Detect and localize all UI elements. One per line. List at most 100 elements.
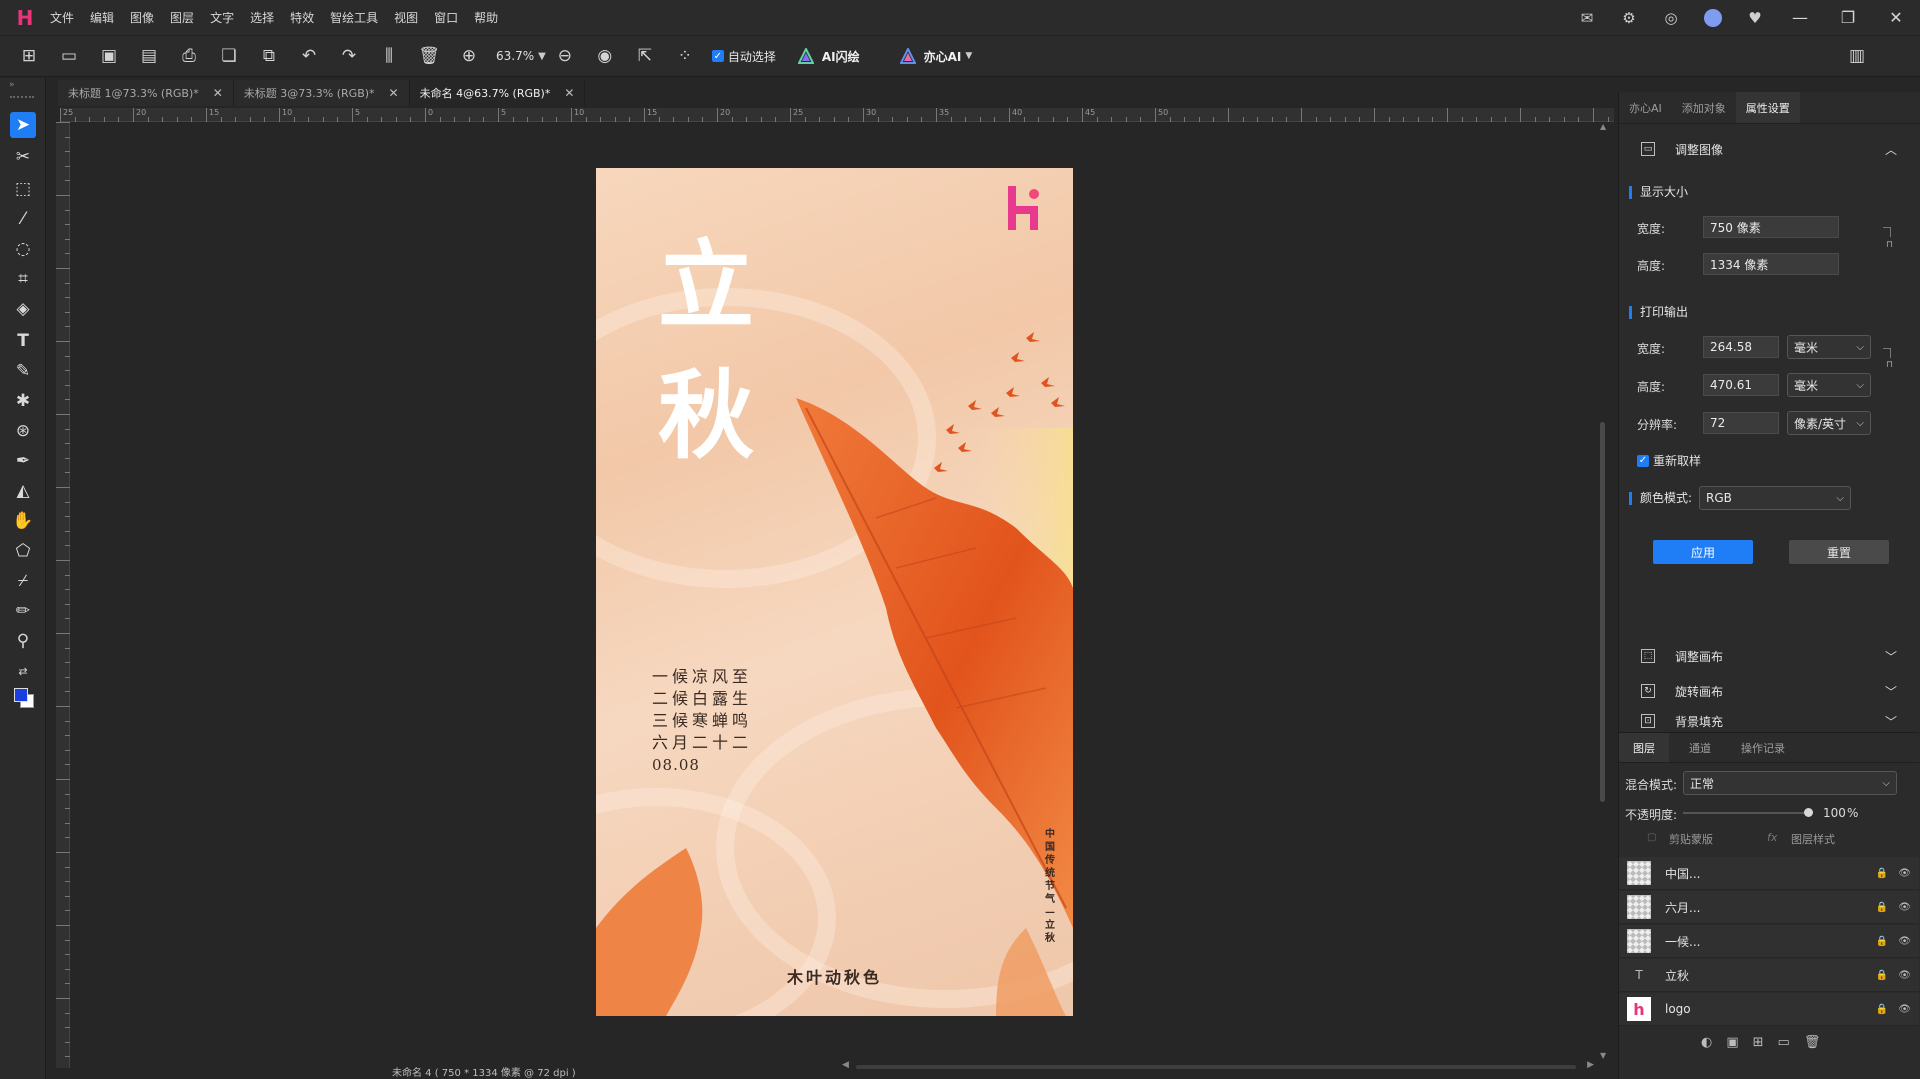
display-width-input[interactable]: 750 像素 xyxy=(1703,216,1839,238)
resample-checkbox[interactable]: ✓ xyxy=(1637,454,1649,467)
menu-select[interactable]: 选择 xyxy=(250,9,274,26)
settings-icon[interactable]: ⚙ xyxy=(1619,8,1639,28)
panel-collapse-icon[interactable]: » xyxy=(9,80,15,90)
tab-history[interactable]: 操作记录 xyxy=(1731,733,1795,762)
grid-icon[interactable]: ⁘ xyxy=(672,43,698,69)
chevron-up-icon[interactable]: ︿ xyxy=(1885,141,1897,158)
lock-ratio-icon[interactable]: ⊓ xyxy=(1886,240,1893,250)
rotate-canvas-header[interactable]: ↻ 旋转画布 ﹀ xyxy=(1619,676,1919,706)
yixin-dropdown-icon[interactable]: ▼ xyxy=(965,51,972,61)
chevron-down-icon[interactable]: ﹀ xyxy=(1885,683,1897,700)
tab-untitled-1[interactable]: 未标题 1@73.3% (RGB)* ✕ xyxy=(58,80,234,106)
tab-untitled-4[interactable]: 未命名 4@63.7% (RGB)* ✕ xyxy=(409,80,586,106)
eye-icon[interactable]: 👁 xyxy=(1898,970,1911,981)
print-height-unit-select[interactable]: 毫米 ⌵ xyxy=(1787,373,1871,397)
close-tab-icon[interactable]: ✕ xyxy=(389,86,399,100)
eraser-tool-icon[interactable]: ⌿ xyxy=(10,568,36,594)
close-tab-icon[interactable]: ✕ xyxy=(564,86,574,100)
print-icon[interactable]: ⎙ xyxy=(176,43,202,69)
clip-mask-label[interactable]: 剪贴蒙版 xyxy=(1669,831,1713,847)
auto-select-checkbox[interactable]: ✓ xyxy=(711,50,724,62)
tab-untitled-3[interactable]: 未标题 3@73.3% (RGB)* ✕ xyxy=(233,80,410,106)
resolution-input[interactable]: 72 xyxy=(1703,412,1779,434)
layer-style-label[interactable]: 图层样式 xyxy=(1791,831,1835,847)
lock-icon[interactable]: 🔒 xyxy=(1876,868,1888,879)
opacity-slider[interactable] xyxy=(1683,808,1813,817)
redo-icon[interactable]: ↷ xyxy=(336,43,362,69)
hand-tool-icon[interactable]: ✋ xyxy=(10,508,36,534)
fill-tool-icon[interactable]: ◈ xyxy=(10,296,36,322)
vip-icon[interactable]: ♥ xyxy=(1745,8,1765,28)
transform-tool-icon[interactable]: ⬠ xyxy=(10,538,36,564)
pen-tool-icon[interactable]: ✒ xyxy=(10,448,36,474)
align-icon[interactable]: ⫼ xyxy=(376,43,402,69)
layer-row[interactable]: 中国... 🔒 👁 xyxy=(1619,857,1919,890)
swap-colors-icon[interactable]: ⇄ xyxy=(10,658,36,684)
brush-tool-icon[interactable]: ✎ xyxy=(10,358,36,384)
shape-tool-icon[interactable]: ◭ xyxy=(10,478,36,504)
poster-artwork[interactable]: 立 秋 一候凉风至 二候白露生 三候寒蝉鸣 六月二十二 08.08 中国传统节气… xyxy=(596,168,1073,1016)
layer-row[interactable]: T 立秋 🔒 👁 xyxy=(1619,959,1919,992)
tab-add-object[interactable]: 添加对象 xyxy=(1671,92,1736,123)
eye-icon[interactable]: 👁 xyxy=(1898,936,1911,947)
chevron-down-icon[interactable]: ﹀ xyxy=(1885,648,1897,665)
new-layer-icon[interactable]: ⊞ xyxy=(1753,1035,1764,1050)
print-width-unit-select[interactable]: 毫米 ⌵ xyxy=(1787,335,1871,359)
menu-smart-tools[interactable]: 智绘工具 xyxy=(330,9,378,26)
healing-tool-icon[interactable]: ✱ xyxy=(10,388,36,414)
lock-icon[interactable]: 🔒 xyxy=(1876,970,1888,981)
clip-mask-icon[interactable]: ▢ xyxy=(1647,832,1656,843)
scrollbar-thumb[interactable] xyxy=(1600,422,1605,802)
target-icon[interactable]: ◉ xyxy=(592,43,618,69)
tab-properties[interactable]: 属性设置 xyxy=(1735,92,1800,123)
lasso-tool-icon[interactable]: ◌ xyxy=(10,236,36,262)
tab-yixin-ai[interactable]: 亦心AI xyxy=(1619,92,1672,123)
export-icon[interactable]: ⇱ xyxy=(632,43,658,69)
menu-edit[interactable]: 编辑 xyxy=(90,9,114,26)
zoom-out-icon[interactable]: ⊖ xyxy=(552,43,578,69)
tab-layers[interactable]: 图层 xyxy=(1619,733,1669,762)
display-height-input[interactable]: 1334 像素 xyxy=(1703,253,1839,275)
clone-stamp-icon[interactable]: ⊛ xyxy=(10,418,36,444)
save-as-icon[interactable]: ▤ xyxy=(136,43,162,69)
print-height-input[interactable]: 470.61 xyxy=(1703,374,1779,396)
close-button[interactable]: ✕ xyxy=(1872,0,1920,35)
crop-tool-icon[interactable]: ⌗ xyxy=(10,266,36,292)
delete-icon[interactable]: 🗑 xyxy=(416,43,442,69)
close-tab-icon[interactable]: ✕ xyxy=(213,86,223,100)
layer-row[interactable]: h logo 🔒 👁 xyxy=(1619,993,1919,1026)
panel-layout-icon[interactable]: ▥ xyxy=(1844,43,1870,69)
layer-row[interactable]: 一候... 🔒 👁 xyxy=(1619,925,1919,958)
undo-icon[interactable]: ↶ xyxy=(296,43,322,69)
menu-effects[interactable]: 特效 xyxy=(290,9,314,26)
pencil-tool-icon[interactable]: ✏ xyxy=(10,598,36,624)
zoom-level[interactable]: 63.7% xyxy=(496,49,534,63)
lock-icon[interactable]: 🔒 xyxy=(1876,936,1888,947)
yixin-ai-icon[interactable] xyxy=(899,48,916,64)
zoom-in-icon[interactable]: ⊕ xyxy=(456,43,482,69)
menu-help[interactable]: 帮助 xyxy=(474,9,498,26)
compass-icon[interactable]: ◎ xyxy=(1661,8,1681,28)
mail-icon[interactable]: ✉ xyxy=(1577,8,1597,28)
delete-layer-icon[interactable]: 🗑 xyxy=(1804,1035,1821,1050)
opacity-value[interactable]: 100 xyxy=(1823,806,1846,820)
mask-icon[interactable]: ▣ xyxy=(1726,1035,1738,1050)
menu-layer[interactable]: 图层 xyxy=(170,9,194,26)
eye-icon[interactable]: 👁 xyxy=(1898,868,1911,879)
ai-flash-button[interactable]: AI闪绘 xyxy=(822,48,860,65)
print-width-input[interactable]: 264.58 xyxy=(1703,336,1779,358)
vertical-scrollbar[interactable]: ▲ ▼ xyxy=(1596,122,1610,1064)
yixin-ai-button[interactable]: 亦心AI xyxy=(924,48,962,65)
color-mode-select[interactable]: RGB ⌵ xyxy=(1699,486,1851,510)
fx-icon[interactable]: fx xyxy=(1767,831,1777,844)
marquee-tool-icon[interactable]: ⬚ xyxy=(10,176,36,202)
eye-icon[interactable]: 👁 xyxy=(1898,902,1911,913)
chevron-down-icon[interactable]: ﹀ xyxy=(1885,713,1897,730)
ai-flash-icon[interactable] xyxy=(797,48,814,64)
reset-button[interactable]: 重置 xyxy=(1789,540,1889,564)
menu-window[interactable]: 窗口 xyxy=(434,9,458,26)
layer-row[interactable]: 六月... 🔒 👁 xyxy=(1619,891,1919,924)
minimize-button[interactable]: — xyxy=(1776,0,1824,35)
scroll-down-icon[interactable]: ▼ xyxy=(1600,1051,1606,1060)
open-folder-icon[interactable]: ▭ xyxy=(56,43,82,69)
